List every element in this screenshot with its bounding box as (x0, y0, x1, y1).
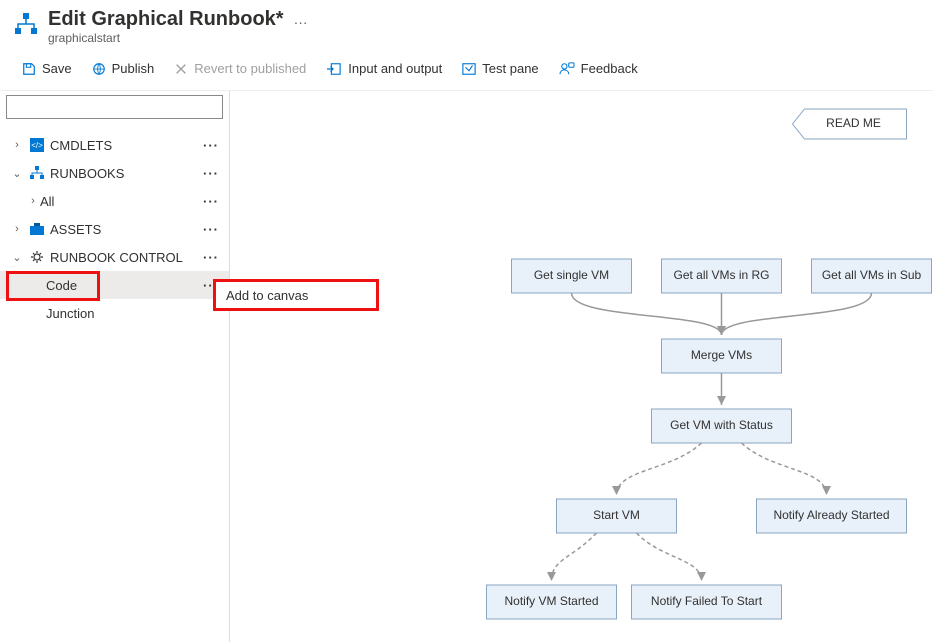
input-output-icon (326, 62, 342, 76)
tree-runbooks[interactable]: ⌄ RUNBOOKS ··· (0, 159, 229, 187)
input-output-button[interactable]: Input and output (318, 57, 450, 80)
node-label: Get all VMs in RG (673, 268, 769, 282)
revert-label: Revert to published (194, 61, 306, 76)
publish-label: Publish (112, 61, 155, 76)
tree-cmdlets[interactable]: › </> CMDLETS ··· (0, 131, 229, 159)
page-header: Edit Graphical Runbook* graphicalstart ·… (0, 0, 933, 51)
chevron-right-icon: › (26, 195, 40, 207)
more-icon[interactable]: ··· (199, 250, 223, 265)
runbook-icon (14, 12, 38, 36)
publish-icon (92, 62, 106, 76)
readme-label: READ ME (826, 116, 881, 130)
tree-item-code[interactable]: Code ··· (0, 271, 229, 299)
context-menu-add-to-canvas[interactable]: Add to canvas (216, 282, 376, 308)
more-icon[interactable]: ··· (199, 166, 223, 181)
chevron-down-icon: ⌄ (10, 167, 24, 180)
input-output-label: Input and output (348, 61, 442, 76)
revert-button: Revert to published (166, 57, 314, 80)
save-icon (22, 62, 36, 76)
chevron-right-icon: › (10, 139, 24, 151)
tree-label: CMDLETS (50, 138, 199, 153)
assets-icon (28, 223, 46, 235)
node-label: Get VM with Status (670, 418, 773, 432)
chevron-down-icon: ⌄ (10, 251, 24, 264)
runbooks-icon (28, 166, 46, 180)
node-label: Get all VMs in Sub (822, 268, 922, 282)
tree-label: Code (24, 278, 199, 293)
node-label: Notify Failed To Start (651, 594, 763, 608)
cmdlets-icon: </> (28, 138, 46, 152)
node-label: Get single VM (534, 268, 609, 282)
tree-runbooks-all[interactable]: › All ··· (0, 187, 229, 215)
more-icon[interactable]: ··· (199, 194, 223, 209)
test-pane-icon (462, 62, 476, 76)
node-label: Notify VM Started (504, 594, 598, 608)
library-tree: › </> CMDLETS ··· ⌄ RUNBOOKS ··· › All ·… (0, 123, 229, 327)
more-icon[interactable]: ··· (199, 138, 223, 153)
canvas[interactable]: READ ME Get single VM Get all VMs in RG … (230, 91, 933, 642)
context-menu-label: Add to canvas (226, 288, 308, 303)
feedback-label: Feedback (581, 61, 638, 76)
page-subtitle: graphicalstart (48, 31, 284, 45)
more-icon[interactable]: ··· (199, 222, 223, 237)
node-label: Notify Already Started (773, 508, 889, 522)
tree-label: ASSETS (50, 222, 199, 237)
feedback-icon (559, 62, 575, 76)
tree-item-junction[interactable]: Junction (0, 299, 229, 327)
tree-label: RUNBOOK CONTROL (50, 250, 199, 265)
search-input[interactable] (6, 95, 223, 119)
chevron-right-icon: › (10, 223, 24, 235)
page-title: Edit Graphical Runbook* (48, 8, 284, 31)
node-label: Merge VMs (691, 348, 752, 362)
test-pane-label: Test pane (482, 61, 538, 76)
toolbar: Save Publish Revert to published Input a… (0, 51, 933, 91)
save-label: Save (42, 61, 72, 76)
tree-label: Junction (24, 306, 223, 321)
svg-text:</>: </> (31, 141, 43, 150)
tree-label: RUNBOOKS (50, 166, 199, 181)
title-more-icon[interactable]: ··· (294, 8, 308, 30)
revert-icon (174, 62, 188, 76)
gear-icon (28, 250, 46, 264)
save-button[interactable]: Save (14, 57, 80, 80)
test-pane-button[interactable]: Test pane (454, 57, 546, 80)
publish-button[interactable]: Publish (84, 57, 163, 80)
tree-label: All (40, 194, 199, 209)
tree-runbook-control[interactable]: ⌄ RUNBOOK CONTROL ··· (0, 243, 229, 271)
tree-assets[interactable]: › ASSETS ··· (0, 215, 229, 243)
sidebar: › </> CMDLETS ··· ⌄ RUNBOOKS ··· › All ·… (0, 91, 230, 642)
node-label: Start VM (593, 508, 640, 522)
feedback-button[interactable]: Feedback (551, 57, 646, 80)
workspace: › </> CMDLETS ··· ⌄ RUNBOOKS ··· › All ·… (0, 91, 933, 642)
